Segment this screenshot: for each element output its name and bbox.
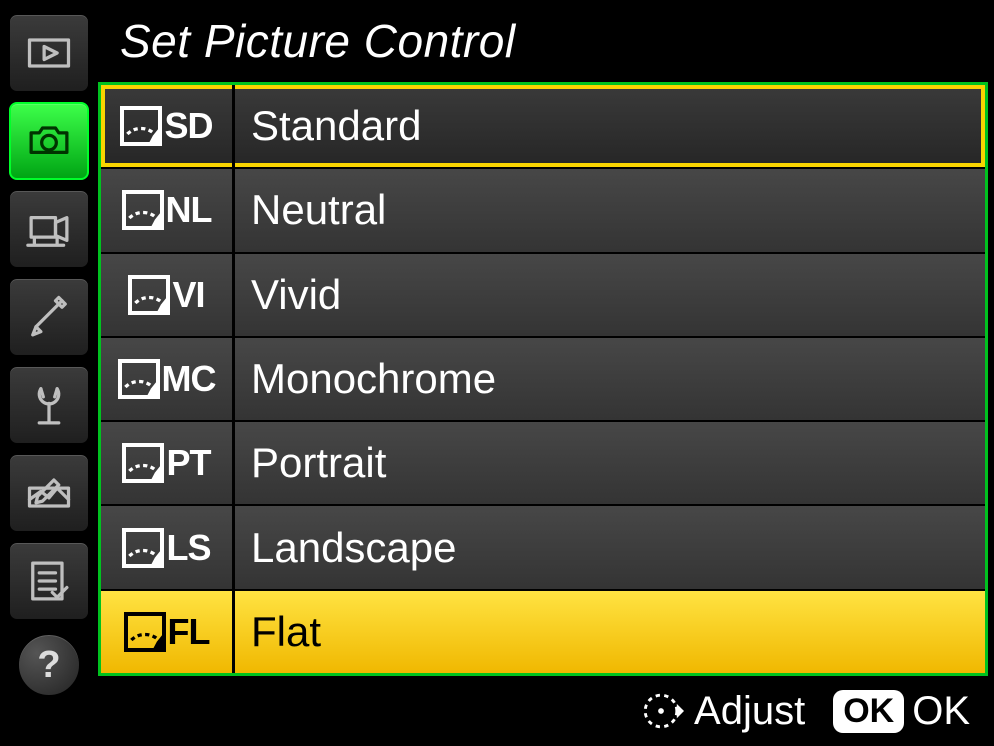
option-fl[interactable]: FL Flat (101, 591, 985, 673)
option-code: VI (172, 274, 204, 316)
picture-control-icon (118, 359, 160, 399)
camera-menu-screen: ? Set Picture Control SD Standard NL Neu… (0, 0, 994, 746)
hint-ok: OK OK (833, 689, 970, 734)
ok-badge-icon: OK (833, 690, 904, 733)
tab-playback[interactable] (9, 14, 89, 92)
option-nl[interactable]: NL Neutral (101, 169, 985, 253)
option-code-cell: LS (101, 506, 235, 588)
option-label: Flat (235, 608, 321, 656)
option-label: Landscape (235, 524, 457, 572)
option-vi[interactable]: VI Vivid (101, 254, 985, 338)
tab-movie-shooting[interactable] (9, 190, 89, 268)
option-label: Standard (235, 102, 421, 150)
option-label: Neutral (235, 186, 386, 234)
tab-photo-shooting[interactable] (9, 102, 89, 180)
option-label: Monochrome (235, 355, 496, 403)
picture-control-icon (120, 106, 162, 146)
option-code: LS (166, 527, 210, 569)
option-code: FL (168, 611, 210, 653)
option-code: SD (164, 105, 212, 147)
main-panel: Set Picture Control SD Standard NL Neutr… (98, 0, 994, 746)
tab-retouch[interactable] (9, 454, 89, 532)
ok-label: OK (912, 689, 970, 734)
page-title: Set Picture Control (98, 0, 988, 82)
option-label: Portrait (235, 439, 386, 487)
option-code-cell: FL (101, 591, 235, 673)
picture-control-icon (122, 528, 164, 568)
option-code-cell: VI (101, 254, 235, 336)
option-pt[interactable]: PT Portrait (101, 422, 985, 506)
hint-adjust: Adjust (638, 688, 805, 734)
picture-control-icon (124, 612, 166, 652)
tab-setup[interactable] (9, 366, 89, 444)
option-code-cell: PT (101, 422, 235, 504)
tab-custom-settings[interactable] (9, 278, 89, 356)
option-ls[interactable]: LS Landscape (101, 506, 985, 590)
option-code-cell: MC (101, 338, 235, 420)
option-code: NL (166, 189, 212, 231)
option-mc[interactable]: MC Monochrome (101, 338, 985, 422)
dial-icon (638, 688, 684, 734)
menu-tab-sidebar: ? (0, 0, 98, 746)
picture-control-list: SD Standard NL Neutral VI Vivid MC Monoc… (98, 82, 988, 676)
option-code: PT (166, 442, 210, 484)
tab-my-menu[interactable] (9, 542, 89, 620)
picture-control-icon (122, 443, 164, 483)
option-code: MC (162, 358, 216, 400)
option-label: Vivid (235, 271, 341, 319)
option-code-cell: NL (101, 169, 235, 251)
adjust-label: Adjust (694, 689, 805, 734)
option-code-cell: SD (101, 85, 235, 167)
help-icon: ? (37, 644, 60, 687)
help-button[interactable]: ? (18, 634, 80, 696)
option-sd[interactable]: SD Standard (101, 85, 985, 169)
footer-hints: Adjust OK OK (98, 676, 988, 746)
picture-control-icon (128, 275, 170, 315)
picture-control-icon (122, 190, 164, 230)
